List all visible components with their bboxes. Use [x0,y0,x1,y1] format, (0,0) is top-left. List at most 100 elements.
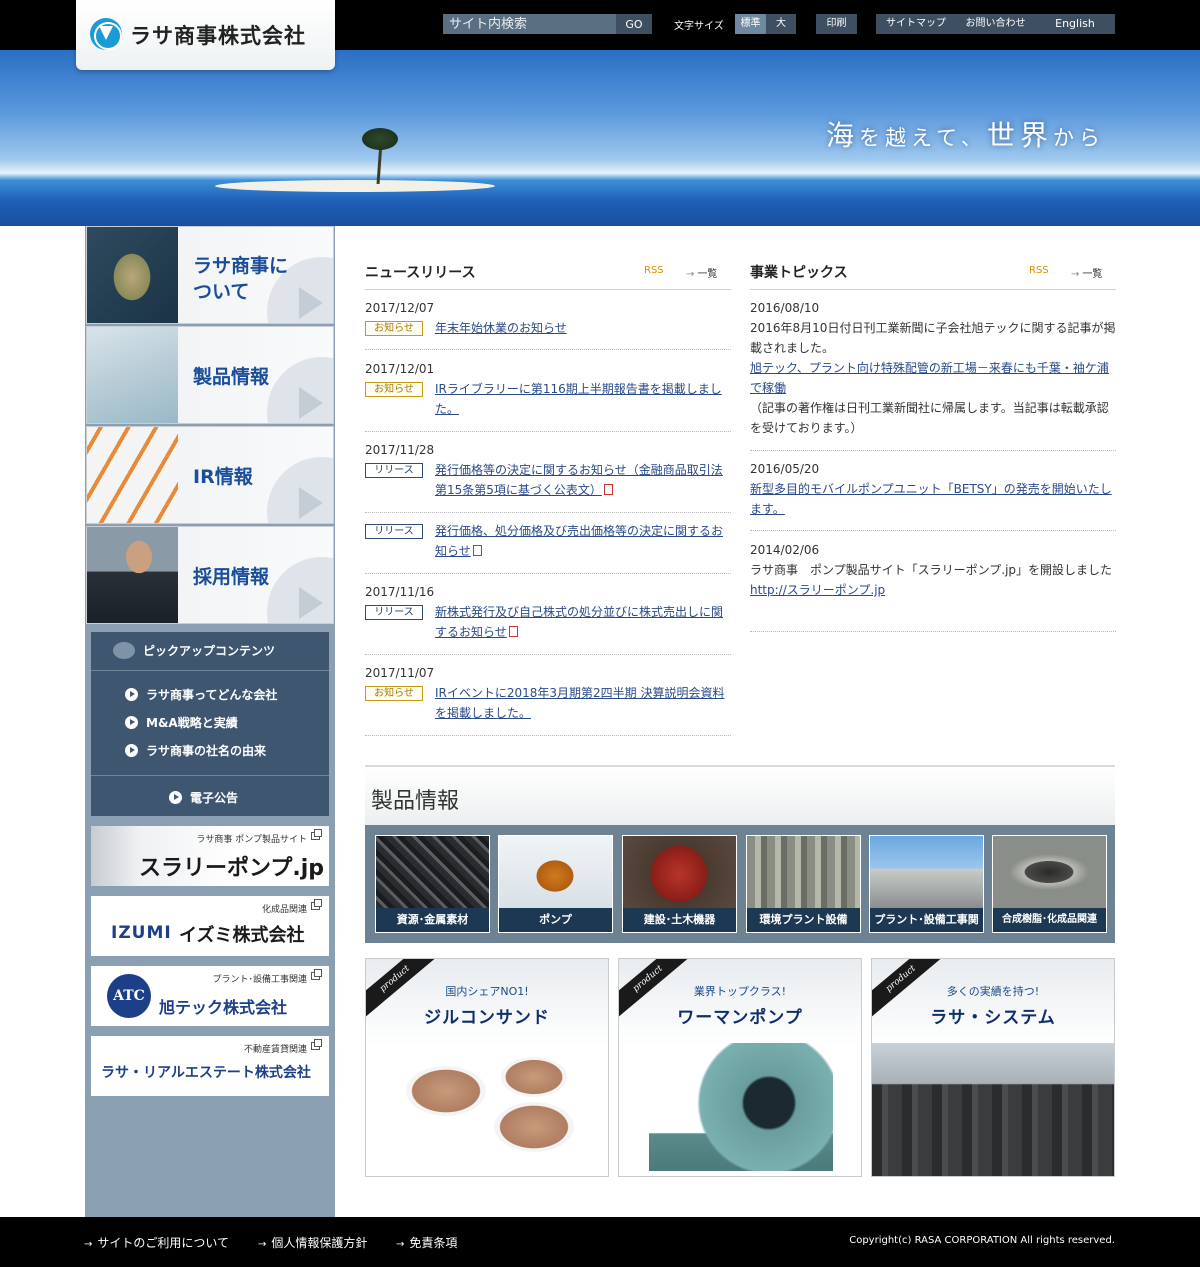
category-resin-chemicals[interactable]: 合成樹脂･化成品関連 [992,835,1107,933]
news-divider [365,735,731,736]
logo-mark-icon [90,18,122,50]
sidebar-nav-recruit-label: 採用情報 [193,566,270,588]
electronic-notice-box: 電子公告 [91,775,329,816]
news-badge-notice: お知らせ [365,321,423,336]
banner-caption: 化成品関連 [261,905,307,915]
sidebar-nav-recruit[interactable]: 採用情報 [86,526,334,624]
play-circle-icon [125,688,138,701]
play-circle-icon [125,716,138,729]
category-construction[interactable]: 建設･土木機器 [622,835,737,933]
play-arrow-icon [299,587,323,619]
font-size-large-button[interactable]: 大 [766,14,796,34]
island-image [215,180,495,192]
pickup-title: ピックアップコンテンツ [91,632,329,671]
news-list-link[interactable]: → 一覧 [686,265,717,280]
brochures-image [87,327,178,423]
category-plant-construction[interactable]: プラント･設備工事関連 [869,835,984,933]
news-date: 2017/11/28 [365,443,435,457]
topics-head-rule [750,289,1116,290]
hero-tagline: 海を越えて、世界から [826,119,1105,152]
sidebar-nav-products[interactable]: 製品情報 [86,326,334,424]
search-go-button[interactable]: GO [616,14,652,34]
news-item-link[interactable]: IRイベントに2018年3月期第2四半期 決算説明会資料を掲載しました。 [435,683,731,723]
pickup-item-about-company[interactable]: ラサ商事ってどんな会社 [125,686,277,703]
banner-izumi[interactable]: 化成品関連 IZUMI イズミ株式会社 [91,896,329,956]
news-badge-release: リリース [365,524,423,539]
news-divider [365,573,731,574]
external-link-icon [311,1039,322,1050]
news-badge-notice: お知らせ [365,686,423,701]
topics-divider [750,631,1116,632]
play-circle-icon [169,791,182,804]
contact-button[interactable]: お問い合わせ [956,14,1035,34]
banner-title: スラリーポンプ.jp [139,856,324,881]
sidebar-nav-ir-label: IR情報 [193,466,253,488]
plant-facility-image [747,836,860,908]
news-item-link[interactable]: 発行価格等の決定に関するお知らせ（金融商品取引法第15条第5項に基づく公表文） [435,460,731,500]
topic-link[interactable]: 旭テック、プラント向け特殊配管の新工場－来春にも千葉・袖ケ浦で稼働 [750,361,1109,395]
print-button[interactable]: 印刷 [816,14,857,34]
topic-body: ラサ商事 ポンプ製品サイト「スラリーポンプ.jp」を開設しました http://… [750,563,1113,597]
topics-list-link[interactable]: → 一覧 [1071,265,1102,280]
pickup-item-ma-strategy[interactable]: M&A戦略と実績 [125,714,238,731]
banner-rasa-real-estate[interactable]: 不動産賃貸関連 ラサ・リアルエステート株式会社 [91,1036,329,1096]
footer-link-privacy[interactable]: 個人情報保護方針 [258,1234,367,1251]
news-item-link[interactable]: 発行価格、処分価格及び売出価格等の決定に関するお知らせ [435,521,731,561]
font-size-standard-button[interactable]: 標準 [735,14,766,34]
product-category-grid: 資源･金属素材 ポンプ 建設･土木機器 環境プラント設備 プラント･設備工事関連… [365,825,1115,943]
search-input[interactable] [443,14,616,34]
news-badge-release: リリース [365,605,423,620]
category-environment-plant[interactable]: 環境プラント設備 [746,835,861,933]
topic-link[interactable]: 新型多目的モバイルポンプユニット「BETSY」の発売を開始いたします。 [750,482,1112,516]
banner-asahi-tec[interactable]: プラント･設備工事関連 ATC 旭テック株式会社 [91,966,329,1026]
play-arrow-icon [299,287,323,319]
topics-divider [750,450,1116,451]
category-pump[interactable]: ポンプ [498,835,613,933]
font-size-label: 文字サイズ [674,21,724,32]
play-circle-icon [125,744,138,757]
warman-pump-image [649,1043,833,1171]
footer-link-terms[interactable]: サイトのご利用について [84,1234,229,1251]
topic-date: 2016/08/10 [750,301,820,315]
banner-slurry-pump[interactable]: ラサ商事 ポンプ製品サイト スラリーポンプ.jp [91,826,329,886]
news-divider [365,349,731,350]
pdf-icon [472,545,482,556]
site-logo[interactable]: ラサ商事株式会社 [76,0,335,70]
news-item-link[interactable]: 年末年始休業のお知らせ [435,318,731,338]
tunnel-machine-image [623,836,736,908]
news-badge-notice: お知らせ [365,382,423,397]
featured-warman-pump[interactable]: product 業界トップクラス! ワーマンポンプ [618,958,862,1177]
products-header: 製品情報 [365,765,1115,825]
sidebar-nav-about-label: ラサ商事に ついて [193,255,289,303]
english-button[interactable]: English [1035,14,1115,34]
pdf-icon [508,626,518,637]
resin-roll-image [993,836,1106,908]
topic-date: 2014/02/06 [750,543,820,557]
news-item-link[interactable]: IRライブラリーに第116期上半期報告書を掲載しました。 [435,379,731,419]
news-item-link[interactable]: 新株式発行及び自己株式の処分並びに株式売出しに関するお知らせ [435,602,731,642]
topics-rss-link[interactable]: RSS [1029,265,1049,276]
category-resources-metals[interactable]: 資源･金属素材 [375,835,490,933]
products-title: 製品情報 [371,789,460,814]
topic-body: 2016年8月10日付日刊工業新聞に子会社旭テックに関する記事が掲載されました。… [750,321,1116,435]
featured-title: ラサ・システム [930,1008,1056,1028]
featured-title: ジルコンサンド [424,1008,550,1028]
sidebar-nav-ir[interactable]: IR情報 [86,426,334,524]
zircon-sand-image [384,1041,592,1171]
island-aerial-image [87,227,178,323]
news-date: 2017/11/07 [365,666,435,680]
banner-title: 旭テック株式会社 [159,998,288,1017]
sitemap-button[interactable]: サイトマップ [876,14,956,34]
footer-link-disclaimer[interactable]: 免責条項 [396,1234,457,1251]
news-rss-link[interactable]: RSS [644,265,664,276]
metal-ore-image [376,836,489,908]
electronic-notice-link[interactable]: 電子公告 [169,789,238,806]
pickup-item-name-origin[interactable]: ラサ商事の社名の由来 [125,742,266,759]
sidebar-nav-about[interactable]: ラサ商事に ついて [86,226,334,324]
atc-logo: ATC [107,974,151,1018]
featured-zircon-sand[interactable]: product 国内シェアNO1! ジルコンサンド [365,958,609,1177]
featured-rasa-system[interactable]: product 多くの実績を持つ! ラサ・システム [871,958,1115,1177]
topic-body: 新型多目的モバイルポンプユニット「BETSY」の発売を開始いたします。 [750,479,1116,519]
topic-link[interactable]: http://スラリーポンプ.jp [750,583,885,597]
sidebar-nav-products-label: 製品情報 [193,366,270,388]
